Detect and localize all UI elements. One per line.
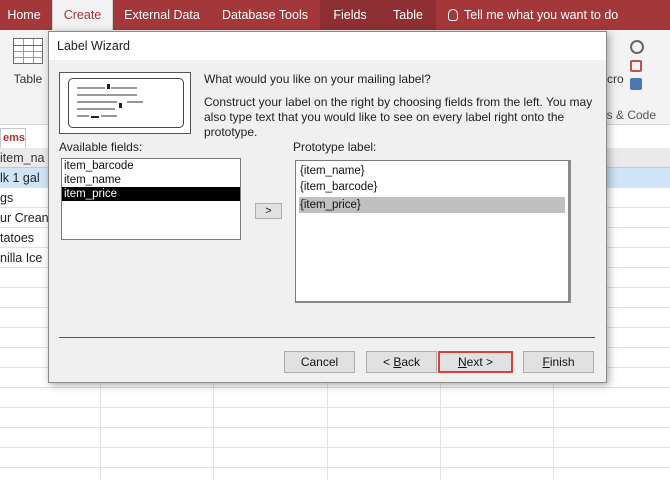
tab-fields[interactable]: Fields [320,0,380,30]
illustration-line [77,94,137,96]
table-cell[interactable]: ur Crean [0,208,49,228]
cancel-button[interactable]: Cancel [284,351,355,373]
list-item[interactable]: item_name [62,173,240,187]
back-button-prefix: < [382,355,394,369]
back-button[interactable]: < Back [366,351,437,373]
object-tab-items[interactable]: ems [0,128,26,148]
table-cell[interactable]: gs [0,188,13,208]
mailing-label-illustration [59,72,191,134]
illustration-cursor [119,103,122,108]
wizard-prompt: What would you like on your mailing labe… [204,72,431,86]
illustration-line [101,115,117,117]
macro-button-label[interactable]: cro [607,72,624,86]
next-button-accelerator: N [457,355,467,369]
illustration-line [77,87,105,89]
back-button-rest: ack [401,355,421,369]
prototype-line[interactable]: {item_barcode} [300,179,377,195]
table-icon [13,38,43,64]
tab-create[interactable]: Create [52,0,113,30]
next-button-rest: ext > [466,355,494,369]
table-cell[interactable]: lk 1 gal [0,168,40,188]
list-item[interactable]: item_barcode [62,159,240,173]
tab-database-tools[interactable]: Database Tools [211,0,319,30]
illustration-line [77,101,117,103]
tell-me-text: Tell me what you want to do [464,8,619,22]
table-button[interactable]: Table [8,38,48,86]
available-fields-list[interactable]: item_barcode item_name item_price [61,158,241,240]
table-cell[interactable]: nilla Ice [0,248,42,268]
label-wizard-dialog: Label Wizard What would you like on your… [48,31,607,383]
module-icon[interactable] [630,40,644,54]
illustration-cursor [107,84,110,89]
ribbon-tab-bar: Home Create External Data Database Tools… [0,0,670,30]
macros-code-group-label: os & Code [600,108,657,122]
table-button-label: Table [13,72,43,86]
dialog-divider [59,337,595,338]
prototype-label-editor[interactable]: {item_name} {item_barcode} {item_price} [295,160,571,303]
label-preview-icon [68,78,184,128]
tab-external-data[interactable]: External Data [117,0,207,30]
finish-button-accelerator: F [542,355,550,369]
illustration-line [77,108,115,110]
add-field-button[interactable]: > [255,203,282,219]
illustration-line [77,115,89,117]
prototype-line[interactable]: {item_name} [300,163,365,179]
illustration-line [91,116,99,118]
illustration-line [127,101,143,103]
illustration-line [111,87,137,89]
tell-me-search[interactable]: Tell me what you want to do [448,0,618,30]
finish-button-rest: inish [549,355,575,369]
lightbulb-icon [448,9,458,21]
dialog-title: Label Wizard [49,32,606,60]
table-cell[interactable]: tatoes [0,228,34,248]
list-item-selected[interactable]: item_price [62,187,240,201]
column-header-item-name[interactable]: item_na [0,148,44,168]
available-fields-label: Available fields: [59,140,143,154]
prototype-line-selected[interactable]: {item_price} [299,197,565,213]
visual-basic-icon[interactable] [630,78,642,90]
next-button[interactable]: Next > [438,351,513,373]
tab-table[interactable]: Table [380,0,436,30]
finish-button[interactable]: Finish [523,351,594,373]
class-module-icon[interactable] [630,60,642,72]
prototype-label-heading: Prototype label: [293,140,377,154]
macros-group: cro os & Code [600,38,670,123]
wizard-description: Construct your label on the right by cho… [204,95,593,139]
tab-home[interactable]: Home [0,0,48,30]
